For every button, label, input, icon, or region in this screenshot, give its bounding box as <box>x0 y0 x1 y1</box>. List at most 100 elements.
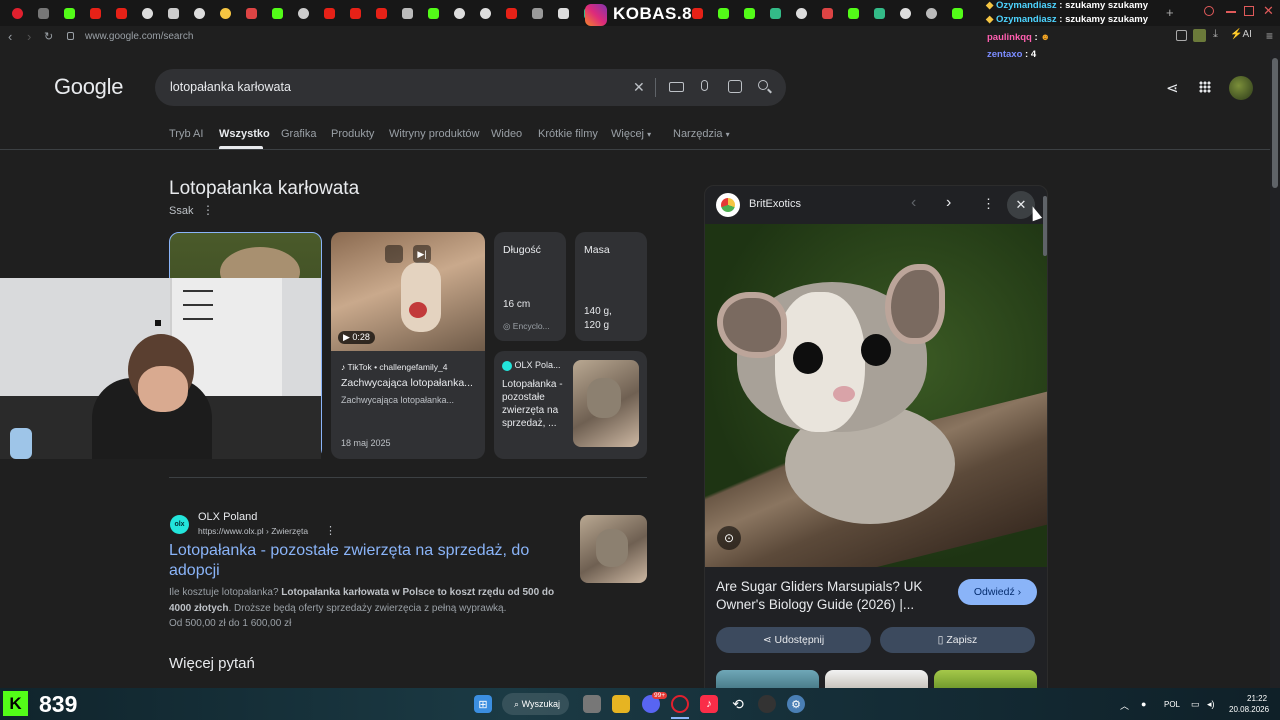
result-options-icon[interactable]: ⋮ <box>325 524 336 537</box>
tab-tryb-ai[interactable]: Tryb AI <box>169 128 203 140</box>
tab-icon[interactable] <box>900 7 911 19</box>
file-explorer-icon[interactable] <box>612 695 630 713</box>
tab-wideo[interactable]: Wideo <box>491 128 522 140</box>
search-box[interactable]: lotopałanka karłowata ✕ <box>155 69 786 106</box>
prev-image-icon[interactable]: ‹ <box>911 194 916 212</box>
tab[interactable] <box>394 0 420 26</box>
google-logo[interactable]: Google <box>54 74 123 100</box>
tab[interactable] <box>524 0 550 26</box>
tab-witryny-produktow[interactable]: Witryny produktów <box>389 128 479 140</box>
menu-icon[interactable]: ≡ <box>1266 29 1273 43</box>
tab[interactable] <box>186 0 212 26</box>
app-icon[interactable]: ⟲ <box>729 695 747 713</box>
music-icon[interactable]: ♪ <box>700 695 718 713</box>
viewer-image[interactable]: ⊙ <box>705 224 1047 567</box>
tab-icon[interactable] <box>822 7 833 19</box>
olx-mini-card[interactable]: OLX Pola... Lotopałanka - pozostałe zwie… <box>494 351 647 459</box>
result-site-name[interactable]: OLX Poland <box>198 511 257 523</box>
url-field[interactable]: www.google.com/search <box>85 31 193 42</box>
tab[interactable] <box>316 0 342 26</box>
tab[interactable] <box>368 0 394 26</box>
task-view-icon[interactable] <box>583 695 601 713</box>
tab-grafika[interactable]: Grafika <box>281 128 316 140</box>
opera-icon[interactable] <box>671 695 689 713</box>
avatar[interactable] <box>1229 76 1253 100</box>
new-tab-icon[interactable]: + <box>1166 5 1174 20</box>
tab-wiecej[interactable]: Więcej ▾ <box>611 128 651 140</box>
video-title[interactable]: Zachwycająca lotopałanka... <box>341 377 473 389</box>
save-button[interactable]: ▯ Zapisz <box>880 627 1035 653</box>
olx-logo[interactable]: olx <box>170 515 189 534</box>
reload-icon[interactable]: ↻ <box>44 30 53 43</box>
fact-card-length[interactable]: Długość 16 cm ◎ Encyclo... <box>494 232 566 341</box>
microphone-tray-icon[interactable]: ● <box>1141 699 1146 709</box>
tab[interactable] <box>290 0 316 26</box>
maximize-icon[interactable] <box>1244 6 1254 16</box>
taskbar-search[interactable]: ⌕ Wyszukaj <box>502 693 569 715</box>
tab[interactable] <box>342 0 368 26</box>
skip-icon[interactable]: ▶| <box>413 245 431 263</box>
tab-produkty[interactable]: Produkty <box>331 128 374 140</box>
obs-icon[interactable] <box>758 695 776 713</box>
active-tab-title[interactable]: KOBAS.8 <box>613 4 692 24</box>
tab[interactable] <box>160 0 186 26</box>
opera-menu-icon[interactable] <box>4 0 30 26</box>
tab-icon[interactable] <box>848 7 859 19</box>
tab-icon[interactable] <box>770 7 781 19</box>
tab-icon[interactable] <box>796 7 807 19</box>
viewer-source-name[interactable]: BritExotics <box>749 198 801 210</box>
next-image-icon[interactable]: › <box>946 194 951 212</box>
share-button[interactable]: ⋖ Udostępnij <box>716 627 871 653</box>
tab-icon[interactable] <box>952 7 963 19</box>
share-icon[interactable]: ⋖ <box>1166 79 1179 97</box>
tab[interactable] <box>108 0 134 26</box>
tab[interactable] <box>472 0 498 26</box>
clock-date[interactable]: 20.08.2026 <box>1229 705 1269 714</box>
apps-grid-icon[interactable] <box>1199 81 1211 93</box>
viewer-caption[interactable]: Are Sugar Gliders Marsupials? UK Owner's… <box>716 578 941 614</box>
tab[interactable] <box>550 0 576 26</box>
ai-button[interactable]: ⚡AI <box>1230 29 1252 40</box>
result-thumbnail[interactable] <box>580 515 647 583</box>
tab-wszystko[interactable]: Wszystko <box>219 128 270 140</box>
viewer-more-icon[interactable]: ⋮ <box>982 196 995 212</box>
more-options-icon[interactable]: ⋮ <box>202 203 214 217</box>
related-image[interactable] <box>716 670 819 689</box>
tab[interactable] <box>446 0 472 26</box>
fact-card-mass[interactable]: Masa 140 g, 120 g <box>575 232 647 341</box>
download-icon[interactable]: ⤓ <box>1213 28 1218 41</box>
clear-search-icon[interactable]: ✕ <box>633 79 645 96</box>
tab[interactable] <box>82 0 108 26</box>
search-tabs-icon[interactable] <box>1204 6 1214 16</box>
result-title-link[interactable]: Lotopałanka - pozostałe zwierzęta na spr… <box>169 541 559 581</box>
viewer-scrollbar[interactable] <box>1043 196 1047 256</box>
tab-icon[interactable] <box>692 7 703 19</box>
tab[interactable] <box>212 0 238 26</box>
microphone-icon[interactable] <box>701 80 708 91</box>
clock-time[interactable]: 21:22 <box>1247 694 1267 703</box>
lens-search-icon[interactable]: ⊙ <box>717 526 741 550</box>
extension-icon[interactable] <box>1193 29 1206 42</box>
scrollbar-thumb[interactable] <box>1272 58 1278 188</box>
tab[interactable] <box>30 0 56 26</box>
close-window-icon[interactable]: ✕ <box>1263 3 1274 19</box>
extensions-icon[interactable] <box>1176 30 1187 41</box>
visit-button[interactable]: Odwiedź › <box>958 579 1037 605</box>
minimize-icon[interactable] <box>1226 11 1236 13</box>
tray-chevron-icon[interactable]: ︿ <box>1120 699 1129 712</box>
tab[interactable] <box>238 0 264 26</box>
tab[interactable] <box>56 0 82 26</box>
tab[interactable] <box>264 0 290 26</box>
related-image[interactable] <box>825 670 928 689</box>
back-icon[interactable]: ‹ <box>8 29 12 44</box>
network-icon[interactable]: ▭ <box>1191 699 1200 710</box>
expand-icon[interactable] <box>385 245 403 263</box>
settings-icon[interactable]: ⚙ <box>787 695 805 713</box>
lock-icon[interactable] <box>67 32 74 40</box>
tab[interactable] <box>498 0 524 26</box>
tab-icon[interactable] <box>744 7 755 19</box>
forward-icon[interactable]: › <box>27 29 31 44</box>
tab[interactable] <box>420 0 446 26</box>
tab[interactable] <box>134 0 160 26</box>
tab-icon[interactable] <box>874 7 885 19</box>
